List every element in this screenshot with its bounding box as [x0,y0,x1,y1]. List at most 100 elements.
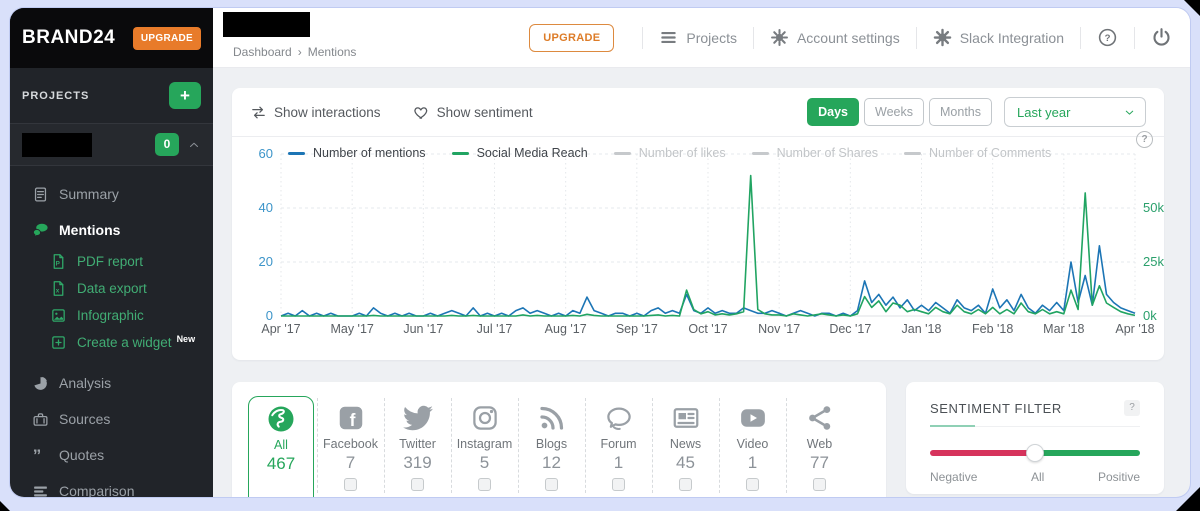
sidebar-item-mentions[interactable]: Mentions [10,212,213,248]
sidebar-upgrade-button[interactable]: UPGRADE [133,27,201,50]
svg-text:25k: 25k [1143,254,1164,269]
granularity-months-button[interactable]: Months [929,98,992,126]
nav-account-settings[interactable]: Account settings [770,28,900,47]
source-filter-blogs[interactable]: Blogs 12 [518,396,585,497]
chevron-up-icon[interactable] [187,138,201,152]
source-filter-web[interactable]: Web77 [786,396,853,497]
sidebar-item-data-export[interactable]: xData export [10,275,213,302]
mentions-icon [32,222,49,239]
source-filter-forum[interactable]: Forum1 [585,396,652,497]
source-checkbox[interactable] [411,478,424,491]
source-filter-instagram[interactable]: Instagram5 [451,396,518,497]
source-label: Forum [585,437,652,451]
sentiment-slider-handle[interactable] [1026,444,1044,462]
source-count: 12 [518,453,585,473]
granularity-weeks-button[interactable]: Weeks [864,98,924,126]
project-row[interactable]: 0 [10,124,213,166]
hamburger-icon [659,28,678,47]
sidebar-item-summary[interactable]: Summary [10,176,213,212]
legend-number-of-likes[interactable]: Number of likes [614,146,726,160]
source-checkbox[interactable] [813,478,826,491]
svg-text:0k: 0k [1143,308,1157,323]
project-name-redacted [22,133,92,157]
svg-text:Mar '18: Mar '18 [1043,322,1084,336]
chart-legend: Number of mentions Social Media Reach Numb… [288,146,1051,160]
svg-text:x: x [56,287,60,294]
source-label: Twitter [384,437,451,451]
legend-social-media-reach[interactable]: Social Media Reach [452,146,588,160]
sidebar-item-label: Infographic [77,308,144,323]
brand-logo: BRAND24 [22,27,115,49]
legend-label: Number of mentions [313,146,426,160]
source-filter-video[interactable]: Video1 [719,396,786,497]
source-filter-all[interactable]: All467 [248,396,314,497]
source-filter-news[interactable]: News45 [652,396,719,497]
chart-help-icon[interactable]: ? [1136,131,1153,148]
source-checkbox[interactable] [478,478,491,491]
legend-label: Number of Comments [929,146,1051,160]
nav-label: Slack Integration [960,30,1064,46]
source-checkbox[interactable] [612,478,625,491]
source-count: 5 [451,453,518,473]
source-count: 1 [719,453,786,473]
sidebar-item-create-a-widget[interactable]: Create a widgetNew [10,329,213,356]
help-icon[interactable]: ? [1097,27,1118,48]
source-count: 45 [652,453,719,473]
header-upgrade-button[interactable]: UPGRADE [529,24,614,52]
excel-file-icon: x [50,280,67,297]
sidebar-item-label: PDF report [77,254,143,269]
legend-number-of-shares[interactable]: Number of Shares [752,146,878,160]
breadcrumb-dashboard[interactable]: Dashboard [233,45,292,59]
svg-text:P: P [56,260,61,267]
svg-text:40: 40 [259,200,273,215]
legend-number-of-mentions[interactable]: Number of mentions [288,146,426,160]
source-count: 7 [317,453,384,473]
svg-text:Jun '17: Jun '17 [403,322,443,336]
source-filter-twitter[interactable]: Twitter319 [384,396,451,497]
granularity-days-button[interactable]: Days [807,98,859,126]
sidebar-item-comparison[interactable]: Comparison [10,473,213,497]
source-checkbox[interactable] [545,478,558,491]
source-checkbox[interactable] [746,478,759,491]
sidebar-item-sources[interactable]: Sources [10,401,213,437]
mentions-chart-card: Show interactions Show sentiment DaysWee… [232,88,1164,360]
sentiment-track-positive[interactable] [1035,450,1140,456]
divider [753,27,754,49]
divider [916,27,917,49]
source-checkbox[interactable] [679,478,692,491]
sidebar-menu: SummaryMentions P PDF report xData export In… [10,166,213,497]
show-interactions-toggle[interactable]: Show interactions [250,104,381,121]
source-count: 77 [786,453,853,473]
svg-text:Dec '17: Dec '17 [829,322,871,336]
source-filter-facebook[interactable]: fFacebook7 [317,396,384,497]
sidebar-item-infographic[interactable]: Infographic [10,302,213,329]
projects-label: PROJECTS [22,90,89,102]
show-sentiment-toggle[interactable]: Show sentiment [413,104,533,121]
svg-text:Feb '18: Feb '18 [972,322,1013,336]
sentiment-labels: Negative All Positive [930,470,1140,484]
sentiment-slider[interactable] [930,444,1140,462]
instagram-icon [470,403,500,433]
svg-text:60: 60 [259,146,273,161]
legend-swatch [452,152,469,155]
heart-icon [413,104,430,121]
legend-number-of-comments[interactable]: Number of Comments [904,146,1051,160]
divider [642,27,643,49]
nav-slack-integration[interactable]: Slack Integration [933,28,1064,47]
sidebar-item-pdf-report[interactable]: P PDF report [10,248,213,275]
power-logout-icon[interactable] [1151,27,1172,48]
projects-header: PROJECTS + [10,68,213,124]
add-project-button[interactable]: + [169,82,201,109]
sidebar-item-quotes[interactable]: ”Quotes [10,437,213,473]
sentiment-help-icon[interactable]: ? [1124,400,1140,416]
sidebar-item-analysis[interactable]: Analysis [10,365,213,401]
header-actions: UPGRADE Projects Account settings Slack In… [529,8,1172,67]
period-select[interactable]: Last year [1004,97,1146,127]
mentions-reach-chart[interactable]: Apr '17May '17Jun '17Jul '17Aug '17Sep '… [232,137,1164,357]
nav-projects[interactable]: Projects [659,28,737,47]
page-title-redacted [223,12,310,37]
source-label: Blogs [518,437,585,451]
source-checkbox[interactable] [344,478,357,491]
show-sentiment-label: Show sentiment [437,105,533,120]
sentiment-track-negative[interactable] [930,450,1035,456]
